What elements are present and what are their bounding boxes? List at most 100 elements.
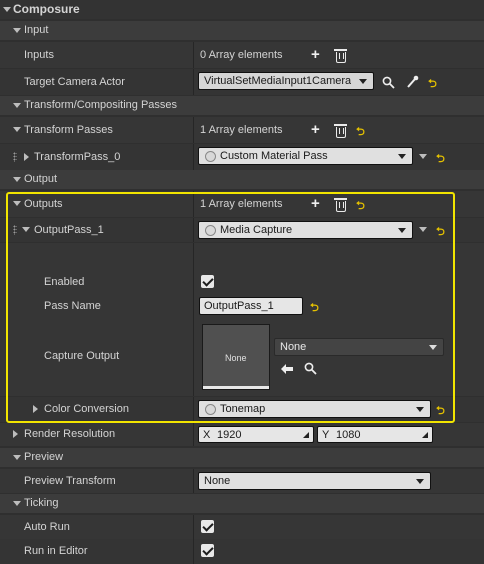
auto-run-checkbox[interactable]	[201, 520, 214, 533]
drag-handle-icon[interactable]	[13, 152, 17, 162]
pass-name-input[interactable]: OutputPass_1	[199, 297, 303, 315]
output-pass-1-value: Media Capture	[220, 224, 293, 236]
transform-passes-label: Transform Passes	[24, 124, 113, 136]
chevron-down-icon	[429, 345, 437, 350]
section-output[interactable]: Output	[0, 170, 484, 189]
section-transform-label: Transform/Compositing Passes	[24, 99, 178, 111]
auto-run-row: Auto Run	[0, 515, 484, 539]
x-axis-label: X	[203, 429, 211, 441]
output-pass-1-label: OutputPass_1	[34, 224, 104, 236]
pass-name-row: Pass Name OutputPass_1 ⮌	[0, 294, 484, 318]
outputs-row: Outputs 1 Array elements + ⮌	[0, 191, 484, 217]
transform-pass-0-combo[interactable]: Custom Material Pass	[198, 147, 413, 165]
inputs-label: Inputs	[24, 49, 54, 61]
add-element-icon[interactable]: +	[311, 196, 320, 211]
preview-transform-label: Preview Transform	[24, 475, 116, 487]
enabled-row: Enabled	[0, 268, 484, 294]
capture-output-row: Capture Output None None	[0, 318, 484, 396]
collapse-arrow-icon[interactable]	[22, 227, 30, 232]
resolution-x-value: 1920	[217, 429, 242, 441]
chevron-down-icon[interactable]	[419, 154, 427, 159]
target-camera-combo[interactable]: VirtualSetMediaInput1Camera	[198, 72, 374, 90]
collapse-arrow-icon[interactable]	[3, 7, 11, 12]
target-camera-label: Target Camera Actor	[24, 76, 125, 88]
trash-icon[interactable]	[334, 124, 347, 138]
resize-grip-icon	[303, 432, 309, 438]
trash-icon[interactable]	[334, 198, 347, 212]
collapse-arrow-icon[interactable]	[13, 501, 21, 506]
output-pass-1-combo[interactable]: Media Capture	[198, 221, 413, 239]
run-in-editor-checkbox[interactable]	[201, 544, 214, 557]
pass-name-value: OutputPass_1	[204, 300, 274, 312]
section-input[interactable]: Input	[0, 21, 484, 40]
capture-output-value: None	[280, 341, 307, 353]
trash-icon[interactable]	[334, 49, 347, 63]
reset-to-default-icon[interactable]: ⮌	[436, 150, 445, 169]
class-icon	[205, 151, 216, 162]
expand-arrow-icon[interactable]	[24, 153, 29, 161]
resize-grip-icon	[422, 432, 428, 438]
chevron-down-icon	[416, 479, 424, 484]
search-icon[interactable]	[304, 362, 317, 375]
chevron-down-icon[interactable]	[419, 227, 427, 232]
pass-name-label: Pass Name	[44, 300, 101, 312]
inputs-value: 0 Array elements	[200, 49, 283, 61]
section-ticking[interactable]: Ticking	[0, 494, 484, 513]
resolution-y-value: 1080	[336, 429, 361, 441]
auto-run-label: Auto Run	[24, 521, 70, 533]
preview-transform-combo[interactable]: None	[198, 472, 431, 490]
asset-thumbnail[interactable]: None	[202, 324, 270, 390]
collapse-arrow-icon[interactable]	[13, 177, 21, 182]
render-resolution-row: Render Resolution X 1920 Y 1080	[0, 423, 484, 446]
reset-to-default-icon[interactable]: ⮌	[428, 75, 437, 94]
class-icon	[205, 404, 216, 415]
collapse-arrow-icon[interactable]	[13, 201, 21, 206]
chevron-down-icon	[398, 154, 406, 159]
capture-output-combo[interactable]: None	[274, 338, 444, 356]
reset-to-default-icon[interactable]: ⮌	[356, 123, 365, 142]
collapse-arrow-icon[interactable]	[13, 28, 21, 33]
chevron-down-icon	[359, 79, 367, 84]
use-selected-arrow-icon[interactable]	[280, 363, 294, 375]
section-input-label: Input	[24, 24, 49, 36]
add-element-icon[interactable]: +	[311, 47, 320, 62]
run-in-editor-row: Run in Editor	[0, 539, 484, 564]
search-icon[interactable]	[382, 76, 395, 89]
spacer-row	[0, 243, 484, 268]
reset-to-default-icon[interactable]: ⮌	[310, 299, 319, 318]
section-preview[interactable]: Preview	[0, 448, 484, 467]
capture-output-label: Capture Output	[44, 350, 120, 362]
add-element-icon[interactable]: +	[311, 122, 320, 137]
composure-header[interactable]: Composure	[0, 0, 484, 19]
enabled-label: Enabled	[44, 276, 85, 288]
reset-to-default-icon[interactable]: ⮌	[436, 402, 445, 421]
collapse-arrow-icon[interactable]	[13, 127, 21, 132]
render-resolution-label: Render Resolution	[24, 428, 116, 440]
inputs-row: Inputs 0 Array elements +	[0, 42, 484, 68]
preview-transform-row: Preview Transform None	[0, 469, 484, 493]
expand-arrow-icon[interactable]	[33, 405, 38, 413]
reset-to-default-icon[interactable]: ⮌	[436, 223, 445, 242]
color-conversion-label: Color Conversion	[44, 403, 129, 415]
expand-arrow-icon[interactable]	[13, 430, 18, 438]
collapse-arrow-icon[interactable]	[13, 455, 21, 460]
class-icon	[205, 225, 216, 236]
eyedropper-icon[interactable]	[406, 75, 419, 89]
collapse-arrow-icon[interactable]	[13, 103, 21, 108]
resolution-y-input[interactable]: Y 1080	[317, 426, 433, 443]
resolution-x-input[interactable]: X 1920	[198, 426, 314, 443]
reset-to-default-icon[interactable]: ⮌	[356, 197, 365, 216]
enabled-checkbox[interactable]	[201, 275, 214, 288]
output-pass-1-row: OutputPass_1 Media Capture ⮌	[0, 218, 484, 242]
thumbnail-label: None	[225, 353, 247, 363]
section-preview-label: Preview	[24, 451, 64, 463]
section-transform[interactable]: Transform/Compositing Passes	[0, 96, 484, 115]
color-conversion-combo[interactable]: Tonemap	[198, 400, 431, 418]
section-ticking-label: Ticking	[24, 497, 59, 509]
drag-handle-icon[interactable]	[13, 225, 17, 235]
transform-passes-row: Transform Passes 1 Array elements + ⮌	[0, 117, 484, 143]
color-conversion-value: Tonemap	[220, 403, 266, 415]
chevron-down-icon	[416, 407, 424, 412]
chevron-down-icon	[398, 228, 406, 233]
transform-pass-0-row: TransformPass_0 Custom Material Pass ⮌	[0, 144, 484, 170]
